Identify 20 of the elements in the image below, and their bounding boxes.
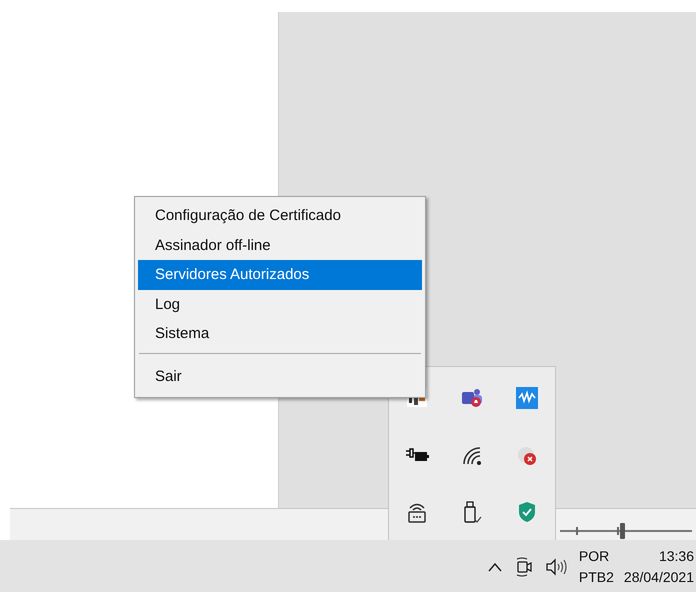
shield-check-icon[interactable]: [517, 501, 538, 523]
menu-item[interactable]: Configuração de Certificado: [138, 201, 422, 230]
menu-item[interactable]: Assinador off-line: [138, 230, 422, 260]
waveform-icon[interactable]: [516, 387, 538, 409]
menu-item[interactable]: Sistema: [138, 319, 422, 348]
chevron-up-icon[interactable]: [486, 562, 503, 572]
language-label[interactable]: POR: [578, 546, 614, 567]
menu-item[interactable]: Servidores Autorizados: [138, 260, 422, 290]
wifi-icon[interactable]: [460, 445, 483, 467]
clock-time[interactable]: 13:36: [658, 546, 694, 567]
usb-drive-icon[interactable]: [462, 500, 482, 524]
menu-item[interactable]: Sair: [138, 362, 422, 391]
keyboard-label[interactable]: PTB2: [578, 567, 614, 588]
menu-item[interactable]: Log: [138, 290, 422, 319]
error-badge-icon[interactable]: [516, 445, 538, 467]
teams-icon[interactable]: [460, 387, 484, 409]
slider-thumb[interactable]: [620, 522, 626, 538]
speaker-icon[interactable]: [544, 558, 567, 576]
camera-icon[interactable]: [514, 557, 533, 577]
clock-date[interactable]: 28/04/2021: [624, 567, 694, 588]
